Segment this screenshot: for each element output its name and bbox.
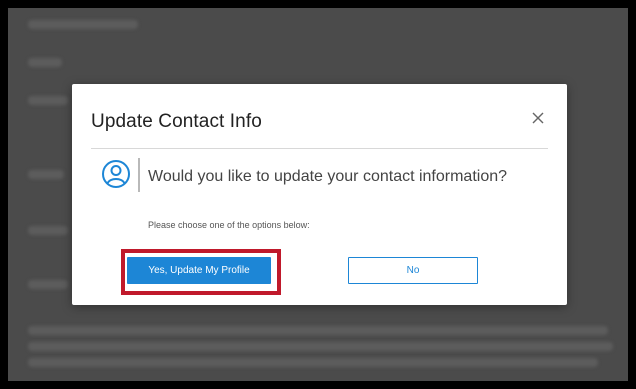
dialog-hint: Please choose one of the options below: bbox=[148, 220, 310, 230]
user-circle-icon bbox=[102, 160, 130, 188]
screenshot-frame: Update Contact Info Would you like to up… bbox=[0, 0, 636, 389]
blurred-text bbox=[28, 358, 598, 367]
blurred-text bbox=[28, 58, 62, 67]
blurred-text bbox=[28, 342, 613, 351]
title-divider bbox=[91, 148, 548, 149]
blurred-text bbox=[28, 170, 64, 179]
blurred-text bbox=[28, 20, 138, 29]
close-button[interactable] bbox=[526, 106, 550, 130]
icon-separator bbox=[138, 158, 140, 192]
dialog-title: Update Contact Info bbox=[91, 111, 262, 132]
close-icon bbox=[532, 112, 544, 124]
blurred-text bbox=[28, 96, 68, 105]
no-button[interactable]: No bbox=[348, 257, 478, 284]
blurred-text bbox=[28, 226, 68, 235]
blurred-text bbox=[28, 280, 68, 289]
highlight-annotation-box bbox=[121, 249, 281, 295]
dialog-question: Would you like to update your contact in… bbox=[148, 168, 508, 185]
blurred-text bbox=[28, 326, 608, 335]
